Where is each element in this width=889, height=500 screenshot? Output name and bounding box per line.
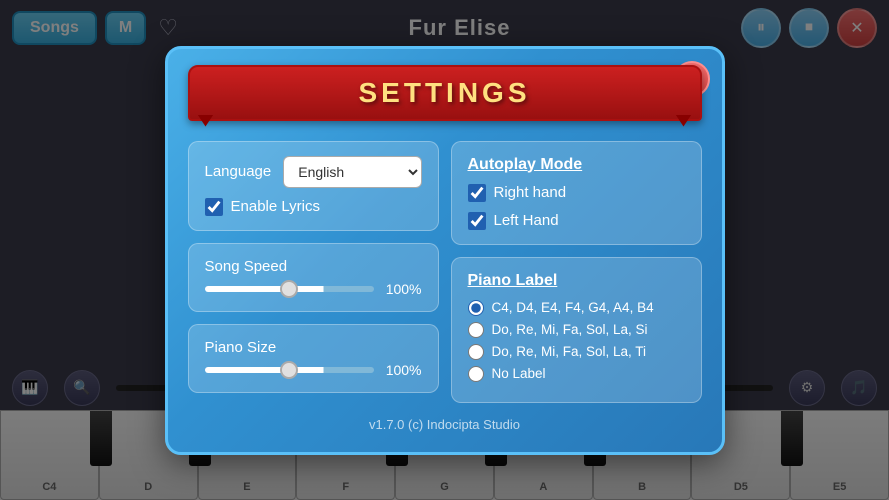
song-speed-value: 100% bbox=[382, 281, 422, 297]
piano-label-option-4: No Label bbox=[468, 366, 685, 382]
language-select[interactable]: English Spanish French German Italian bbox=[283, 156, 421, 188]
modal-overlay: ✕ SETTINGS Language English Spanish Fren… bbox=[0, 0, 889, 500]
left-hand-row: Left Hand bbox=[468, 212, 685, 230]
settings-modal: ✕ SETTINGS Language English Spanish Fren… bbox=[165, 46, 725, 455]
piano-label-radio-2[interactable] bbox=[468, 322, 484, 338]
piano-size-slider-section: Piano Size 100% bbox=[205, 339, 422, 378]
piano-label-option-3: Do, Re, Mi, Fa, Sol, La, Ti bbox=[468, 344, 685, 360]
piano-label-section: Piano Label C4, D4, E4, F4, G4, A4, B4 D… bbox=[451, 257, 702, 403]
language-row: Language English Spanish French German I… bbox=[205, 156, 422, 188]
piano-size-label: Piano Size bbox=[205, 339, 422, 356]
autoplay-title[interactable]: Autoplay Mode bbox=[468, 156, 685, 174]
version-text: v1.7.0 (c) Indocipta Studio bbox=[188, 417, 702, 432]
piano-size-slider[interactable] bbox=[205, 367, 374, 373]
enable-lyrics-label: Enable Lyrics bbox=[231, 198, 321, 215]
song-speed-slider-section: Song Speed 100% bbox=[205, 258, 422, 297]
piano-label-text-4: No Label bbox=[492, 366, 546, 381]
left-hand-checkbox[interactable] bbox=[468, 212, 486, 230]
left-hand-label: Left Hand bbox=[494, 212, 559, 229]
piano-label-title[interactable]: Piano Label bbox=[468, 272, 685, 290]
modal-content: Language English Spanish French German I… bbox=[188, 141, 702, 403]
piano-label-radio-3[interactable] bbox=[468, 344, 484, 360]
piano-label-text-3: Do, Re, Mi, Fa, Sol, La, Ti bbox=[492, 344, 647, 359]
enable-lyrics-checkbox[interactable] bbox=[205, 198, 223, 216]
modal-left-column: Language English Spanish French German I… bbox=[188, 141, 439, 403]
enable-lyrics-row: Enable Lyrics bbox=[205, 198, 422, 216]
piano-label-text-1: C4, D4, E4, F4, G4, A4, B4 bbox=[492, 300, 654, 315]
piano-size-row: 100% bbox=[205, 362, 422, 378]
song-speed-label: Song Speed bbox=[205, 258, 422, 275]
piano-size-value: 100% bbox=[382, 362, 422, 378]
language-label: Language bbox=[205, 163, 272, 180]
piano-label-option-2: Do, Re, Mi, Fa, Sol, La, Si bbox=[468, 322, 685, 338]
song-speed-row: 100% bbox=[205, 281, 422, 297]
piano-size-section: Piano Size 100% bbox=[188, 324, 439, 393]
song-speed-section: Song Speed 100% bbox=[188, 243, 439, 312]
piano-label-text-2: Do, Re, Mi, Fa, Sol, La, Si bbox=[492, 322, 648, 337]
modal-right-column: Autoplay Mode Right hand Left Hand Piano… bbox=[451, 141, 702, 403]
autoplay-section: Autoplay Mode Right hand Left Hand bbox=[451, 141, 702, 245]
right-hand-row: Right hand bbox=[468, 184, 685, 202]
piano-label-radio-1[interactable] bbox=[468, 300, 484, 316]
settings-title: SETTINGS bbox=[358, 77, 530, 108]
right-hand-label: Right hand bbox=[494, 184, 567, 201]
settings-banner: SETTINGS bbox=[188, 65, 702, 121]
piano-label-radio-4[interactable] bbox=[468, 366, 484, 382]
right-hand-checkbox[interactable] bbox=[468, 184, 486, 202]
song-speed-slider[interactable] bbox=[205, 286, 374, 292]
piano-label-option-1: C4, D4, E4, F4, G4, A4, B4 bbox=[468, 300, 685, 316]
language-section: Language English Spanish French German I… bbox=[188, 141, 439, 231]
